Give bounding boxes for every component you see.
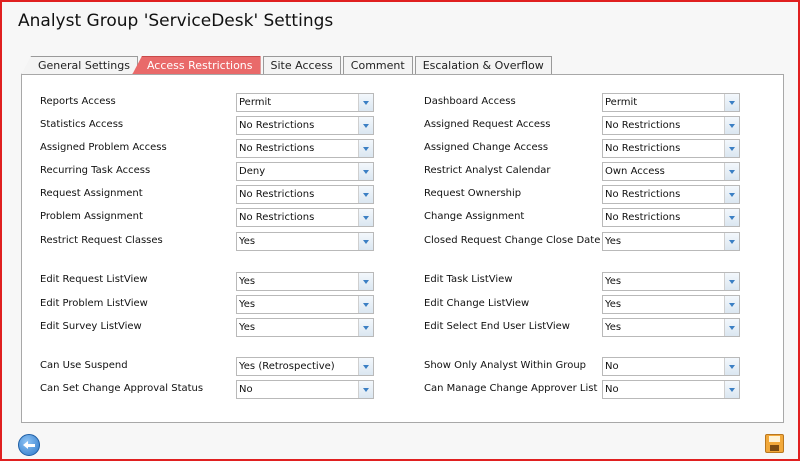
chevron-down-icon xyxy=(724,140,739,157)
save-icon[interactable] xyxy=(765,434,784,453)
can-set-change-approval-status-select[interactable]: No xyxy=(236,380,374,399)
chevron-down-icon xyxy=(358,117,373,134)
tab-bar: General Settings Access Restrictions Sit… xyxy=(21,55,554,75)
tab-general-settings[interactable]: General Settings xyxy=(21,56,138,75)
field-label: Reports Access xyxy=(40,96,116,107)
field-label: Recurring Task Access xyxy=(40,165,151,176)
window-title: Analyst Group 'ServiceDesk' Settings xyxy=(18,11,334,31)
field-label: Edit Request ListView xyxy=(40,274,148,285)
field-label: Assigned Change Access xyxy=(424,142,549,153)
field-label: Request Assignment xyxy=(40,188,143,199)
chevron-down-icon xyxy=(358,209,373,226)
chevron-down-icon xyxy=(358,381,373,398)
problem-assignment-select[interactable]: No Restrictions xyxy=(236,208,374,227)
field-label: Closed Request Change Close Date xyxy=(424,235,601,246)
can-manage-change-approver-list-select[interactable]: No xyxy=(602,380,740,399)
chevron-down-icon xyxy=(724,94,739,111)
chevron-down-icon xyxy=(358,233,373,250)
field-label: Restrict Request Classes xyxy=(40,235,163,246)
chevron-down-icon xyxy=(358,186,373,203)
tab-escalation-overflow[interactable]: Escalation & Overflow xyxy=(414,56,552,75)
field-label: Assigned Problem Access xyxy=(40,142,167,153)
edit-problem-listview-select[interactable]: Yes xyxy=(236,295,374,314)
field-label: Can Manage Change Approver List xyxy=(424,383,598,394)
chevron-down-icon xyxy=(358,358,373,375)
assigned-request-access-select[interactable]: No Restrictions xyxy=(602,116,740,135)
field-label: Show Only Analyst Within Group xyxy=(424,360,587,371)
field-label: Restrict Analyst Calendar xyxy=(424,165,551,176)
edit-request-listview-select[interactable]: Yes xyxy=(236,272,374,291)
field-label: Can Set Change Approval Status xyxy=(40,383,204,394)
tab-comment[interactable]: Comment xyxy=(342,56,413,75)
field-label: Edit Problem ListView xyxy=(40,298,148,309)
assigned-problem-access-select[interactable]: No Restrictions xyxy=(236,139,374,158)
edit-task-listview-select[interactable]: Yes xyxy=(602,272,740,291)
chevron-down-icon xyxy=(724,381,739,398)
chevron-down-icon xyxy=(358,94,373,111)
chevron-down-icon xyxy=(724,273,739,290)
tab-site-access[interactable]: Site Access xyxy=(262,56,341,75)
closed-request-change-close-date-select[interactable]: Yes xyxy=(602,232,740,251)
field-label: Statistics Access xyxy=(40,119,124,130)
chevron-down-icon xyxy=(724,319,739,336)
field-label: Problem Assignment xyxy=(40,211,143,222)
edit-select-end-user-listview-select[interactable]: Yes xyxy=(602,318,740,337)
chevron-down-icon xyxy=(724,163,739,180)
request-ownership-select[interactable]: No Restrictions xyxy=(602,185,740,204)
chevron-down-icon xyxy=(358,319,373,336)
chevron-down-icon xyxy=(724,117,739,134)
chevron-down-icon xyxy=(724,233,739,250)
can-use-suspend-select[interactable]: Yes (Retrospective) xyxy=(236,357,374,376)
back-arrow-icon[interactable] xyxy=(18,434,40,456)
request-assignment-select[interactable]: No Restrictions xyxy=(236,185,374,204)
show-only-analyst-within-group-select[interactable]: No xyxy=(602,357,740,376)
tab-access-restrictions[interactable]: Access Restrictions xyxy=(131,56,261,75)
field-label: Dashboard Access xyxy=(424,96,516,107)
chevron-down-icon xyxy=(358,296,373,313)
field-label: Can Use Suspend xyxy=(40,360,128,371)
settings-window: Analyst Group 'ServiceDesk' Settings Gen… xyxy=(0,0,800,461)
chevron-down-icon xyxy=(724,186,739,203)
field-label: Assigned Request Access xyxy=(424,119,551,130)
access-restrictions-panel: Reports Access Permit Statistics Access … xyxy=(21,74,784,423)
field-label: Request Ownership xyxy=(424,188,522,199)
dashboard-access-select[interactable]: Permit xyxy=(602,93,740,112)
change-assignment-select[interactable]: No Restrictions xyxy=(602,208,740,227)
chevron-down-icon xyxy=(724,209,739,226)
edit-change-listview-select[interactable]: Yes xyxy=(602,295,740,314)
bottom-toolbar xyxy=(4,425,800,461)
chevron-down-icon xyxy=(724,296,739,313)
statistics-access-select[interactable]: No Restrictions xyxy=(236,116,374,135)
field-label: Edit Task ListView xyxy=(424,274,513,285)
chevron-down-icon xyxy=(358,163,373,180)
chevron-down-icon xyxy=(724,358,739,375)
field-label: Edit Survey ListView xyxy=(40,321,142,332)
chevron-down-icon xyxy=(358,140,373,157)
edit-survey-listview-select[interactable]: Yes xyxy=(236,318,374,337)
reports-access-select[interactable]: Permit xyxy=(236,93,374,112)
field-label: Edit Select End User ListView xyxy=(424,321,570,332)
field-label: Edit Change ListView xyxy=(424,298,530,309)
field-label: Change Assignment xyxy=(424,211,525,222)
assigned-change-access-select[interactable]: No Restrictions xyxy=(602,139,740,158)
restrict-analyst-calendar-select[interactable]: Own Access xyxy=(602,162,740,181)
recurring-task-access-select[interactable]: Deny xyxy=(236,162,374,181)
chevron-down-icon xyxy=(358,273,373,290)
restrict-request-classes-select[interactable]: Yes xyxy=(236,232,374,251)
